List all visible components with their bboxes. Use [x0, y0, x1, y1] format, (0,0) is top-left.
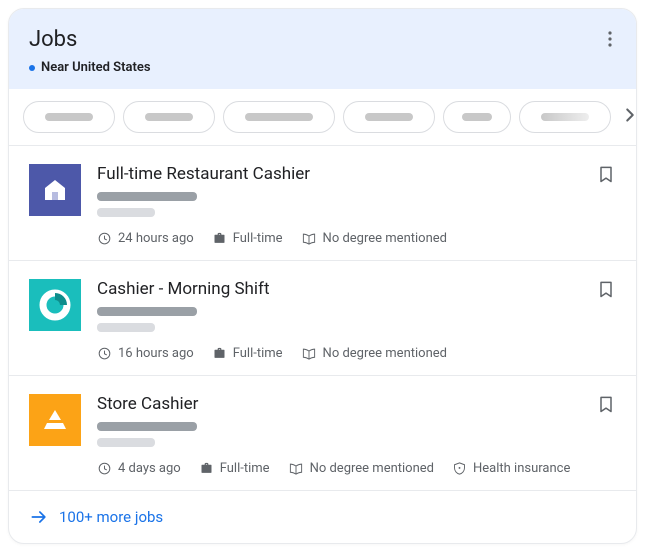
company-logo: [29, 164, 81, 216]
degree-label: No degree mentioned: [323, 346, 447, 361]
job-main: Store Cashier 4 days ago Full-time No de…: [97, 394, 616, 476]
briefcase-icon: [212, 346, 227, 361]
location-label: Near United States: [41, 60, 151, 75]
job-meta-row: 24 hours ago Full-time No degree mention…: [97, 231, 616, 246]
briefcase-icon: [199, 461, 214, 476]
job-row[interactable]: Cashier - Morning Shift 16 hours ago Ful…: [9, 261, 636, 376]
location-row: Near United States: [29, 60, 616, 75]
job-meta-row: 16 hours ago Full-time No degree mention…: [97, 346, 616, 361]
location-placeholder: [97, 438, 155, 447]
type-meta: Full-time: [199, 461, 270, 476]
posted-meta: 24 hours ago: [97, 231, 194, 246]
chip-skeleton: [145, 113, 193, 121]
overflow-menu-icon[interactable]: [604, 27, 616, 54]
type-meta: Full-time: [212, 231, 283, 246]
type-label: Full-time: [220, 461, 270, 476]
filter-chip[interactable]: [343, 101, 435, 133]
filter-chips-row: [9, 89, 636, 146]
posted-meta: 16 hours ago: [97, 346, 194, 361]
chevron-right-icon[interactable]: [619, 104, 637, 130]
bookmark-icon[interactable]: [596, 279, 616, 303]
company-placeholder: [97, 307, 197, 316]
job-title: Full-time Restaurant Cashier: [97, 164, 616, 184]
chip-skeleton: [245, 113, 313, 121]
book-icon: [301, 346, 317, 361]
job-main: Full-time Restaurant Cashier 24 hours ag…: [97, 164, 616, 246]
job-title: Store Cashier: [97, 394, 616, 414]
card-header: Jobs Near United States: [9, 9, 636, 89]
chip-skeleton: [45, 113, 93, 121]
page-title: Jobs: [29, 27, 77, 52]
more-jobs-link[interactable]: 100+ more jobs: [9, 491, 636, 543]
filter-chip[interactable]: [443, 101, 511, 133]
book-icon: [288, 461, 304, 476]
job-meta-row: 4 days ago Full-time No degree mentioned…: [97, 461, 616, 476]
posted-label: 24 hours ago: [118, 231, 194, 246]
bookmark-icon[interactable]: [596, 394, 616, 418]
jobs-card: Jobs Near United States Full-time Restau…: [8, 8, 637, 544]
arrow-right-icon: [29, 507, 49, 527]
location-placeholder: [97, 323, 155, 332]
company-logo: [29, 279, 81, 331]
degree-meta: No degree mentioned: [288, 461, 434, 476]
shield-icon: [452, 461, 467, 476]
clock-icon: [97, 461, 112, 476]
degree-label: No degree mentioned: [310, 461, 434, 476]
company-logo: [29, 394, 81, 446]
filter-chip[interactable]: [123, 101, 215, 133]
chip-skeleton: [462, 113, 492, 121]
chip-skeleton: [541, 113, 589, 121]
job-row[interactable]: Store Cashier 4 days ago Full-time No de…: [9, 376, 636, 491]
book-icon: [301, 231, 317, 246]
clock-icon: [97, 346, 112, 361]
company-placeholder: [97, 422, 197, 431]
bookmark-icon[interactable]: [596, 164, 616, 188]
job-title: Cashier - Morning Shift: [97, 279, 616, 299]
type-label: Full-time: [233, 346, 283, 361]
job-main: Cashier - Morning Shift 16 hours ago Ful…: [97, 279, 616, 361]
degree-meta: No degree mentioned: [301, 346, 447, 361]
location-dot-icon: [29, 65, 35, 71]
header-top-row: Jobs: [29, 27, 616, 54]
job-row[interactable]: Full-time Restaurant Cashier 24 hours ag…: [9, 146, 636, 261]
type-label: Full-time: [233, 231, 283, 246]
benefit-label: Health insurance: [473, 461, 570, 476]
posted-label: 16 hours ago: [118, 346, 194, 361]
benefit-meta: Health insurance: [452, 461, 570, 476]
filter-chip[interactable]: [23, 101, 115, 133]
clock-icon: [97, 231, 112, 246]
degree-label: No degree mentioned: [323, 231, 447, 246]
type-meta: Full-time: [212, 346, 283, 361]
company-placeholder: [97, 192, 197, 201]
location-placeholder: [97, 208, 155, 217]
posted-label: 4 days ago: [118, 461, 181, 476]
more-jobs-label: 100+ more jobs: [59, 508, 163, 526]
posted-meta: 4 days ago: [97, 461, 181, 476]
degree-meta: No degree mentioned: [301, 231, 447, 246]
chip-skeleton: [365, 113, 413, 121]
briefcase-icon: [212, 231, 227, 246]
filter-chip[interactable]: [519, 101, 611, 133]
filter-chip[interactable]: [223, 101, 335, 133]
